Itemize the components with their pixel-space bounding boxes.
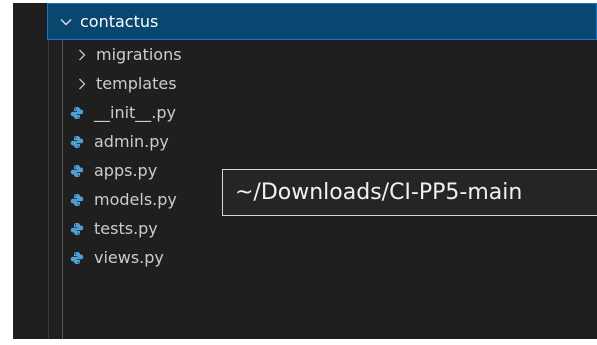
- folder-label: migrations: [96, 44, 182, 64]
- python-icon: [69, 192, 85, 208]
- path-tooltip: ~/Downloads/CI-PP5-main: [222, 169, 597, 216]
- folder-templates[interactable]: templates: [13, 69, 597, 98]
- file-init-py[interactable]: __init__.py: [13, 98, 597, 127]
- folder-contactus[interactable]: contactus: [47, 3, 597, 40]
- tooltip-text: ~/Downloads/CI-PP5-main: [235, 180, 523, 205]
- file-label: tests.py: [94, 218, 158, 238]
- python-icon: [69, 163, 85, 179]
- file-views-py[interactable]: views.py: [13, 243, 597, 272]
- file-label: __init__.py: [94, 102, 177, 122]
- file-label: admin.py: [94, 131, 169, 151]
- python-icon: [69, 250, 85, 266]
- chevron-down-icon: [58, 14, 74, 30]
- python-icon: [69, 105, 85, 121]
- file-label: apps.py: [94, 160, 158, 180]
- folder-migrations[interactable]: migrations: [13, 40, 597, 69]
- folder-label: templates: [96, 73, 177, 93]
- file-tree: contactus migrations templates __init__.…: [13, 3, 597, 272]
- chevron-right-icon: [74, 47, 90, 63]
- file-tests-py[interactable]: tests.py: [13, 214, 597, 243]
- file-label: models.py: [94, 189, 177, 209]
- python-icon: [69, 221, 85, 237]
- chevron-right-icon: [74, 76, 90, 92]
- folder-label: contactus: [80, 11, 159, 31]
- file-admin-py[interactable]: admin.py: [13, 127, 597, 156]
- file-label: views.py: [94, 247, 164, 267]
- python-icon: [69, 134, 85, 150]
